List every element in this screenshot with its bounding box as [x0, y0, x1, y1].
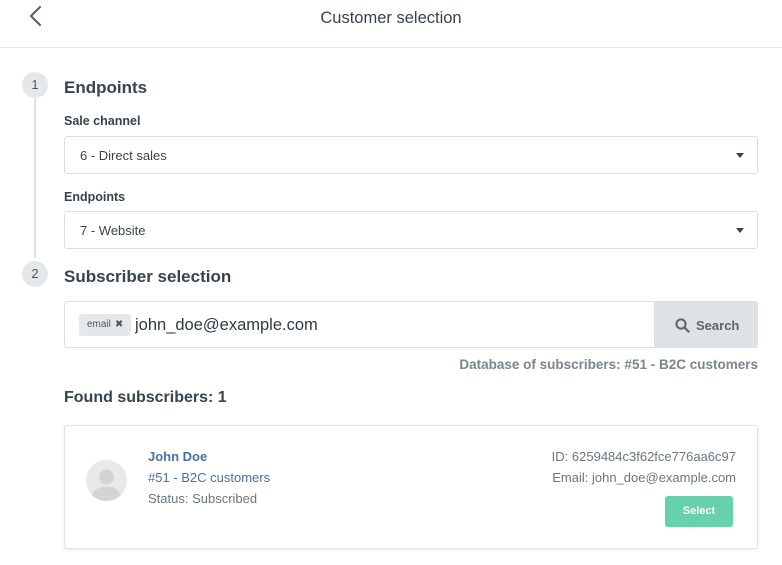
step-title-subscriber-selection: Subscriber selection — [64, 267, 232, 286]
sale-channel-select[interactable]: 6 - Direct sales — [64, 136, 758, 174]
header: Customer selection — [0, 0, 782, 48]
caret-down-icon — [736, 153, 744, 158]
step-title-endpoints: Endpoints — [64, 78, 148, 97]
tag-label: email — [87, 319, 111, 330]
subscriber-status: Status: Subscribed — [148, 491, 258, 506]
search-filter-tag: email ✖ — [79, 314, 132, 336]
search-input[interactable] — [135, 311, 645, 339]
user-avatar-icon — [86, 460, 127, 501]
subscriber-email: Email: john_doe@example.com — [552, 470, 736, 485]
sale-channel-value: 6 - Direct sales — [80, 148, 167, 163]
caret-down-icon — [736, 228, 744, 233]
timeline-line — [34, 98, 36, 258]
page-title: Customer selection — [320, 9, 462, 27]
sale-channel-label: Sale channel — [64, 114, 141, 128]
database-info: Database of subscribers: #51 - B2C custo… — [459, 357, 758, 372]
endpoints-value: 7 - Website — [80, 223, 146, 238]
endpoints-select[interactable]: 7 - Website — [64, 211, 758, 249]
subscriber-card: John Doe #51 - B2C customers Status: Sub… — [64, 425, 758, 549]
step-badge-1: 1 — [22, 72, 48, 98]
subscriber-name-link[interactable]: John Doe — [148, 449, 207, 464]
subscriber-id: ID: 6259484c3f62fce776aa6c97 — [551, 449, 736, 464]
endpoints-label: Endpoints — [64, 190, 126, 204]
search-button[interactable]: Search — [654, 301, 758, 348]
step-badge-2: 2 — [22, 261, 48, 287]
found-subscribers-count: Found subscribers: 1 — [64, 389, 227, 406]
subscriber-search-box: email ✖ Search — [64, 301, 758, 348]
search-icon — [675, 318, 690, 333]
tag-close-icon[interactable]: ✖ — [115, 319, 123, 330]
select-subscriber-button[interactable]: Select — [665, 496, 733, 527]
search-button-label: Search — [696, 318, 740, 333]
subscriber-database-link[interactable]: #51 - B2C customers — [148, 470, 270, 485]
